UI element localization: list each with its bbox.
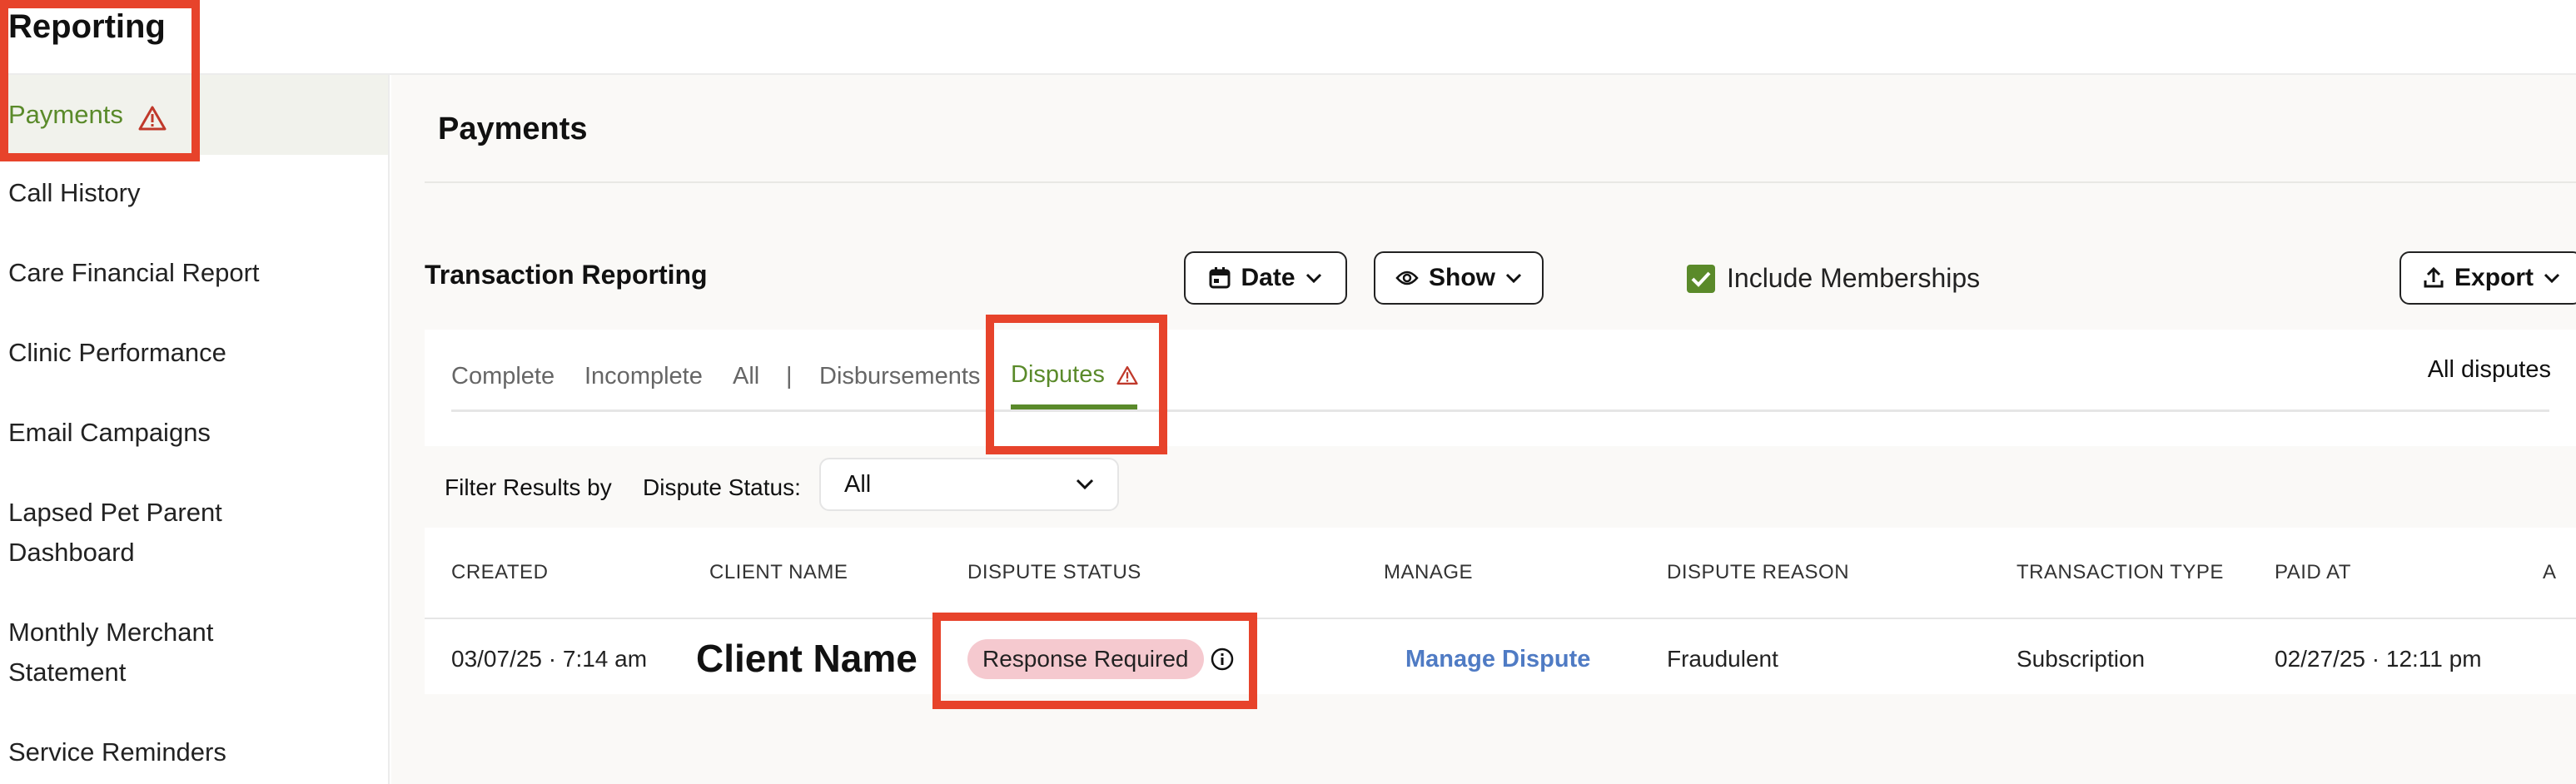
- filter-results-label: Filter Results by: [445, 474, 612, 500]
- eye-icon: [1395, 270, 1419, 285]
- cell-transaction-type: Subscription: [2017, 646, 2146, 672]
- tab-separator: |: [786, 363, 793, 390]
- all-disputes-label: All disputes: [2427, 356, 2551, 383]
- tab-disputes-label: Disputes: [1011, 361, 1105, 388]
- column-header-truncated[interactable]: A: [2543, 561, 2557, 584]
- export-button[interactable]: Export: [2399, 251, 2576, 305]
- date-button[interactable]: Date: [1184, 251, 1347, 305]
- status-badge: Response Required: [967, 639, 1204, 679]
- tab-disbursements[interactable]: Disbursements: [819, 363, 980, 390]
- sidebar-item-email-campaigns[interactable]: Email Campaigns: [0, 413, 388, 453]
- sidebar-item-care-financial-report[interactable]: Care Financial Report: [0, 253, 388, 293]
- app-root: Reporting Payments Call History Care Fin…: [0, 0, 2576, 784]
- column-header-client-name[interactable]: CLIENT NAME: [709, 561, 848, 584]
- cell-created: 03/07/25 · 7:14 am: [451, 646, 648, 672]
- info-icon[interactable]: [1211, 648, 1234, 671]
- manage-dispute-link[interactable]: Manage Dispute: [1405, 646, 1590, 673]
- app-title: Reporting: [8, 8, 166, 45]
- column-header-dispute-reason[interactable]: DISPUTE REASON: [1667, 561, 1849, 584]
- sidebar-item-lapsed-pet-parent-dashboard[interactable]: Lapsed Pet Parent Dashboard: [0, 493, 266, 573]
- sidebar: Payments Call History Care Financial Rep…: [0, 75, 390, 784]
- show-button-label: Show: [1429, 264, 1495, 291]
- column-header-transaction-type[interactable]: TRANSACTION TYPE: [2017, 561, 2224, 584]
- include-memberships-checkbox[interactable]: [1687, 264, 1715, 293]
- tab-incomplete[interactable]: Incomplete: [584, 363, 703, 390]
- tab-disputes[interactable]: Disputes: [1011, 361, 1138, 389]
- upload-icon: [2424, 267, 2444, 288]
- include-memberships-toggle[interactable]: Include Memberships: [1687, 263, 1980, 294]
- warning-icon: [1116, 365, 1138, 385]
- table-header-rule: [425, 618, 2576, 619]
- dispute-status-select[interactable]: All: [819, 458, 1119, 511]
- chevron-down-icon: [1305, 273, 1321, 283]
- column-header-created[interactable]: CREATED: [451, 561, 548, 584]
- active-tab-indicator: [1011, 404, 1137, 409]
- column-header-dispute-status[interactable]: DISPUTE STATUS: [967, 561, 1141, 584]
- tab-all[interactable]: All: [733, 363, 759, 390]
- cell-client-name: Client Name: [696, 637, 918, 680]
- main-divider: [425, 181, 2576, 183]
- sidebar-item-payments[interactable]: Payments: [0, 75, 388, 155]
- cell-paid-at: 02/27/25 · 12:11 pm: [2275, 646, 2482, 672]
- chevron-down-icon: [2544, 273, 2560, 283]
- sidebar-item-monthly-merchant-statement[interactable]: Monthly Merchant Statement: [0, 613, 266, 692]
- column-header-manage[interactable]: MANAGE: [1384, 561, 1473, 584]
- sidebar-item-call-history[interactable]: Call History: [0, 173, 388, 213]
- show-button[interactable]: Show: [1374, 251, 1544, 305]
- page-title: Payments: [438, 112, 588, 146]
- calendar-icon: [1209, 267, 1231, 289]
- tabs-rule: [451, 409, 2549, 412]
- section-title: Transaction Reporting: [425, 260, 708, 290]
- cell-dispute-reason: Fraudulent: [1667, 646, 1778, 672]
- include-memberships-label: Include Memberships: [1727, 263, 1981, 293]
- export-button-label: Export: [2454, 264, 2534, 291]
- dispute-status-value: All: [844, 470, 872, 498]
- column-header-paid-at[interactable]: PAID AT: [2275, 561, 2351, 584]
- warning-icon: [138, 102, 167, 131]
- chevron-down-icon: [1505, 273, 1522, 283]
- sidebar-item-clinic-performance[interactable]: Clinic Performance: [0, 333, 388, 373]
- tab-complete[interactable]: Complete: [451, 363, 554, 390]
- chevron-down-icon: [1076, 479, 1094, 490]
- sidebar-item-label: Payments: [8, 100, 123, 129]
- main-content: Payments Transaction Reporting Include M…: [391, 75, 2576, 784]
- date-button-label: Date: [1241, 264, 1295, 291]
- dispute-status-label: Dispute Status:: [643, 474, 801, 500]
- sidebar-item-service-reminders[interactable]: Service Reminders: [0, 732, 388, 772]
